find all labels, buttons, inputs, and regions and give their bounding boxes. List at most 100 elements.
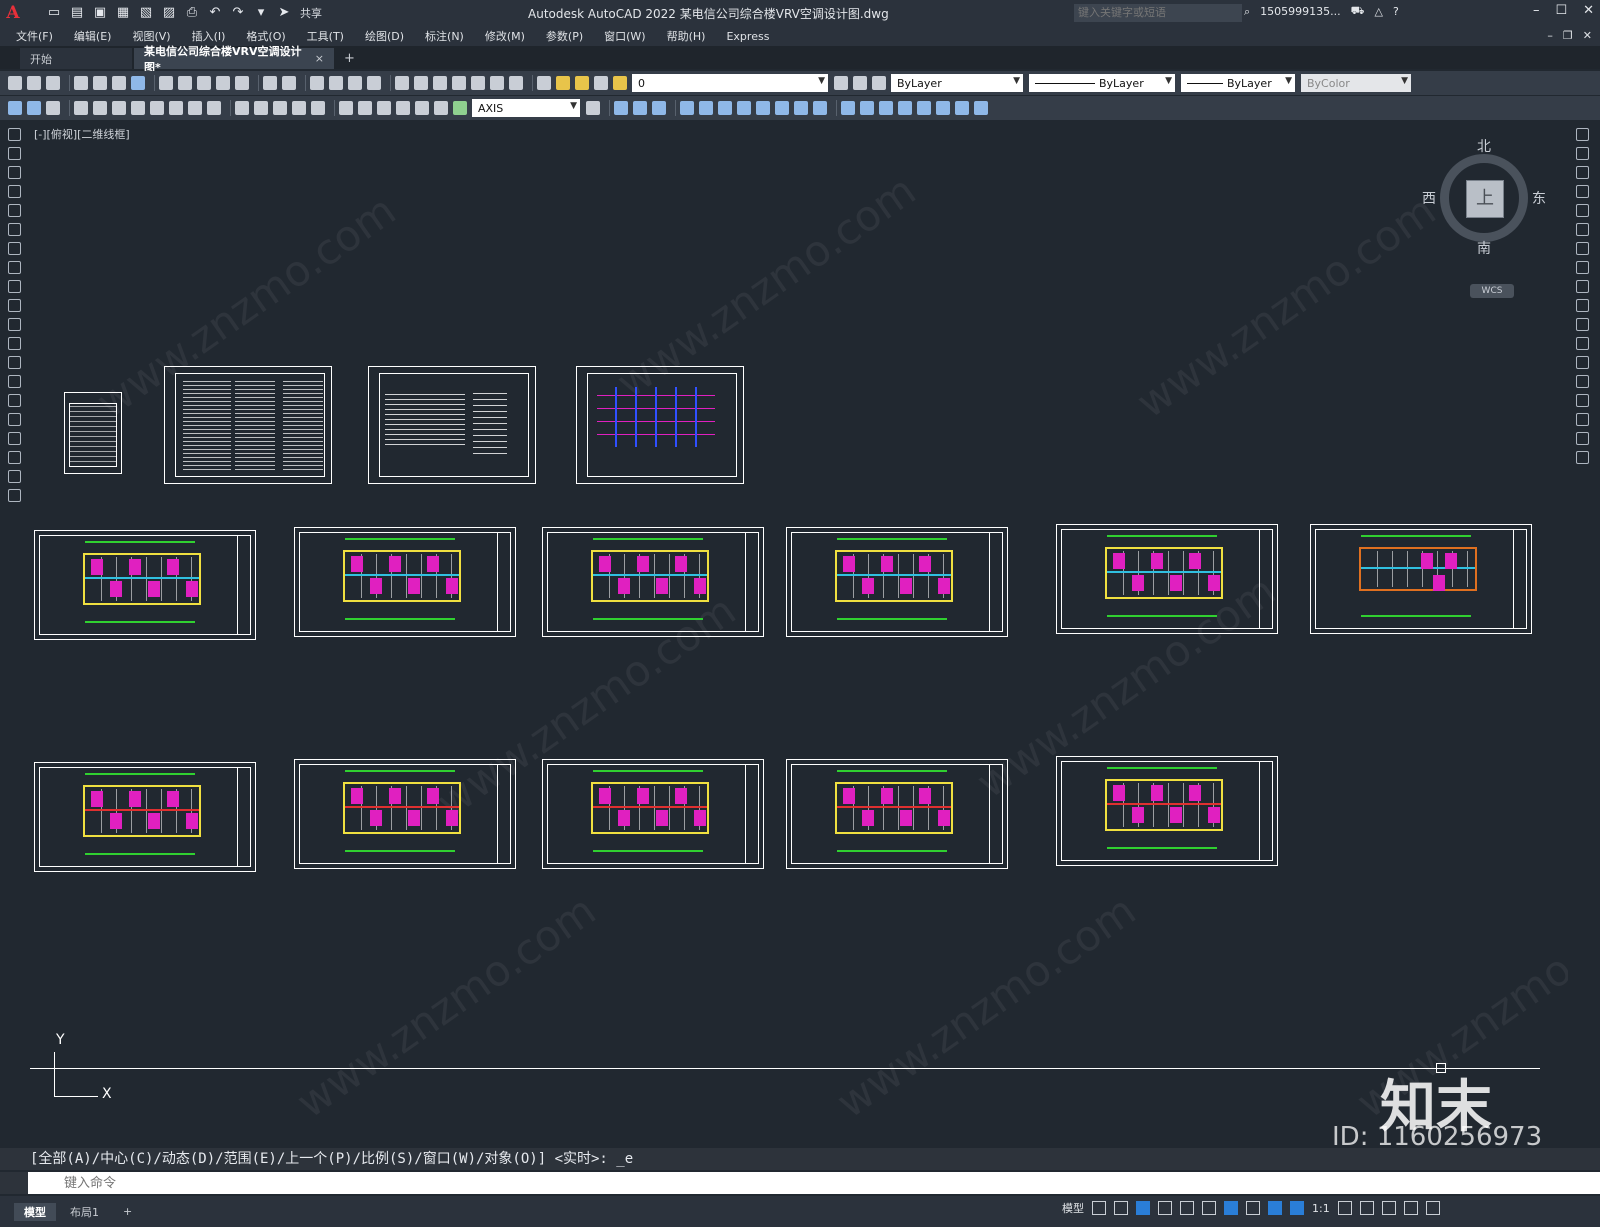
dimstyle-dropdown[interactable]: AXIS ▼ xyxy=(472,99,580,117)
make-current-layer-icon[interactable] xyxy=(834,76,848,90)
region-icon[interactable] xyxy=(7,432,21,445)
zoom-window-icon[interactable] xyxy=(348,76,362,90)
save-icon[interactable]: ▣ xyxy=(92,5,108,21)
maximize-icon[interactable]: ☐ xyxy=(1555,3,1567,18)
drawing-sheet-notes[interactable] xyxy=(164,366,332,484)
tab-layout1[interactable]: 布局1 xyxy=(60,1203,109,1221)
intersect-icon[interactable] xyxy=(652,101,666,115)
layer-state-icon[interactable] xyxy=(872,76,886,90)
copy-icon[interactable] xyxy=(1575,147,1589,160)
fillet-icon[interactable] xyxy=(1575,413,1589,426)
polar-icon[interactable] xyxy=(1158,1201,1172,1215)
drawing-sheet-floor-plan[interactable] xyxy=(542,527,764,637)
tolerance-icon[interactable] xyxy=(339,101,353,115)
tab-model[interactable]: 模型 xyxy=(14,1202,56,1221)
make-block-icon[interactable] xyxy=(7,356,21,369)
copy-face-icon[interactable] xyxy=(794,101,808,115)
drawing-sheet-floor-plan[interactable] xyxy=(1310,524,1532,634)
tool-palettes-icon[interactable] xyxy=(433,76,447,90)
drawing-viewport[interactable]: [-][俯视][二维线框] www.znzmo.com www.znzmo.co… xyxy=(30,122,1568,1147)
tab-drawing[interactable]: 某电信公司综合楼VRV空调设计图* × xyxy=(134,45,334,74)
check-icon[interactable] xyxy=(955,101,969,115)
compass-west[interactable]: 西 xyxy=(1422,188,1436,208)
explode-icon[interactable] xyxy=(1575,451,1589,464)
snap-icon[interactable] xyxy=(1114,1201,1128,1215)
workspace-dropdown-icon[interactable]: ▾ xyxy=(253,5,269,21)
match-properties-icon[interactable] xyxy=(216,76,230,90)
delete-face-icon[interactable] xyxy=(737,101,751,115)
dimstyle-manager-icon[interactable] xyxy=(586,101,600,115)
menu-item-11[interactable]: 帮助(H) xyxy=(667,28,706,44)
add-selected-icon[interactable] xyxy=(7,489,21,502)
save-to-web-icon[interactable]: ▨ xyxy=(161,5,177,21)
union-icon[interactable] xyxy=(614,101,628,115)
annotation-monitor-icon[interactable] xyxy=(1359,1201,1374,1215)
drawing-sheet-floor-plan[interactable] xyxy=(34,762,256,872)
calculator-icon[interactable] xyxy=(490,76,504,90)
baseline-icon[interactable] xyxy=(254,101,268,115)
publish-icon[interactable] xyxy=(112,76,126,90)
menu-item-10[interactable]: 窗口(W) xyxy=(604,28,645,44)
menu-item-8[interactable]: 修改(M) xyxy=(485,28,525,44)
hatch-icon[interactable] xyxy=(7,394,21,407)
ucs-icon[interactable] xyxy=(27,101,41,115)
ellipse-arc-icon[interactable] xyxy=(7,318,21,331)
close-icon[interactable]: ✕ xyxy=(1583,3,1594,18)
arc-icon[interactable] xyxy=(7,223,21,236)
gradient-icon[interactable] xyxy=(7,413,21,426)
color-dropdown[interactable]: ByLayer ▼ xyxy=(891,74,1023,92)
drawing-sheet-system-diagram[interactable] xyxy=(576,366,744,484)
layer-freeze-icon[interactable] xyxy=(575,76,589,90)
save-as-icon[interactable]: ▦ xyxy=(115,5,131,21)
fullscreen-icon[interactable] xyxy=(1403,1201,1418,1215)
share-button[interactable]: 共享 xyxy=(300,5,322,21)
extend-icon[interactable] xyxy=(1575,318,1589,331)
user-account[interactable]: 1505999135... xyxy=(1260,5,1340,18)
center-mark-icon[interactable] xyxy=(358,101,372,115)
arc-length-icon[interactable] xyxy=(112,101,126,115)
point-icon[interactable] xyxy=(7,375,21,388)
ortho-icon[interactable] xyxy=(1136,1201,1150,1215)
pan-icon[interactable] xyxy=(310,76,324,90)
redo-icon[interactable] xyxy=(282,76,296,90)
chamfer-icon[interactable] xyxy=(1575,394,1589,407)
plot-preview-icon[interactable] xyxy=(93,76,107,90)
share-icon[interactable]: ➤ xyxy=(276,5,292,21)
dimension-break-icon[interactable] xyxy=(311,101,325,115)
compass-east[interactable]: 东 xyxy=(1532,188,1546,208)
color-edge-icon[interactable] xyxy=(860,101,874,115)
offset-face-icon[interactable] xyxy=(718,101,732,115)
cut-icon[interactable] xyxy=(159,76,173,90)
ellipse-icon[interactable] xyxy=(7,299,21,312)
join-icon[interactable] xyxy=(1575,375,1589,388)
dimension-text-edit-icon[interactable] xyxy=(434,101,448,115)
tab-start[interactable]: 开始 xyxy=(20,48,132,69)
drawing-sheet-floor-plan[interactable] xyxy=(1056,524,1278,634)
table-icon[interactable] xyxy=(7,451,21,464)
viewcube[interactable]: 上 北 南 东 西 WCS xyxy=(1410,132,1550,302)
design-center-icon[interactable] xyxy=(414,76,428,90)
revision-cloud-icon[interactable] xyxy=(7,261,21,274)
plot-icon[interactable] xyxy=(74,76,88,90)
lineweight-dropdown[interactable]: ByLayer ▼ xyxy=(1181,74,1295,92)
workspace-icon[interactable] xyxy=(8,101,22,115)
copy-edge-icon[interactable] xyxy=(841,101,855,115)
linetype-dropdown[interactable]: ByLayer ▼ xyxy=(1029,74,1175,92)
taper-face-icon[interactable] xyxy=(775,101,789,115)
cart-icon[interactable]: ⛟ xyxy=(1351,4,1365,19)
continue-icon[interactable] xyxy=(273,101,287,115)
paste-icon[interactable] xyxy=(197,76,211,90)
layer-on-icon[interactable] xyxy=(556,76,570,90)
annotation-visibility-icon[interactable] xyxy=(1268,1201,1282,1215)
autocad-logo-icon[interactable]: A xyxy=(0,0,26,26)
autodesk-app-icon[interactable]: △ xyxy=(1375,5,1383,18)
drawing-sheet-schedule[interactable] xyxy=(368,366,536,484)
dimension-update-icon[interactable] xyxy=(453,101,467,115)
search-icon[interactable]: ⌕ xyxy=(1244,5,1250,19)
inspection-icon[interactable] xyxy=(377,101,391,115)
move-icon[interactable] xyxy=(1575,223,1589,236)
offset-icon[interactable] xyxy=(1575,185,1589,198)
isolate-objects-icon[interactable] xyxy=(1381,1201,1396,1215)
drawing-sheet-floor-plan[interactable] xyxy=(294,527,516,637)
drawing-sheet-floor-plan[interactable] xyxy=(786,527,1008,637)
